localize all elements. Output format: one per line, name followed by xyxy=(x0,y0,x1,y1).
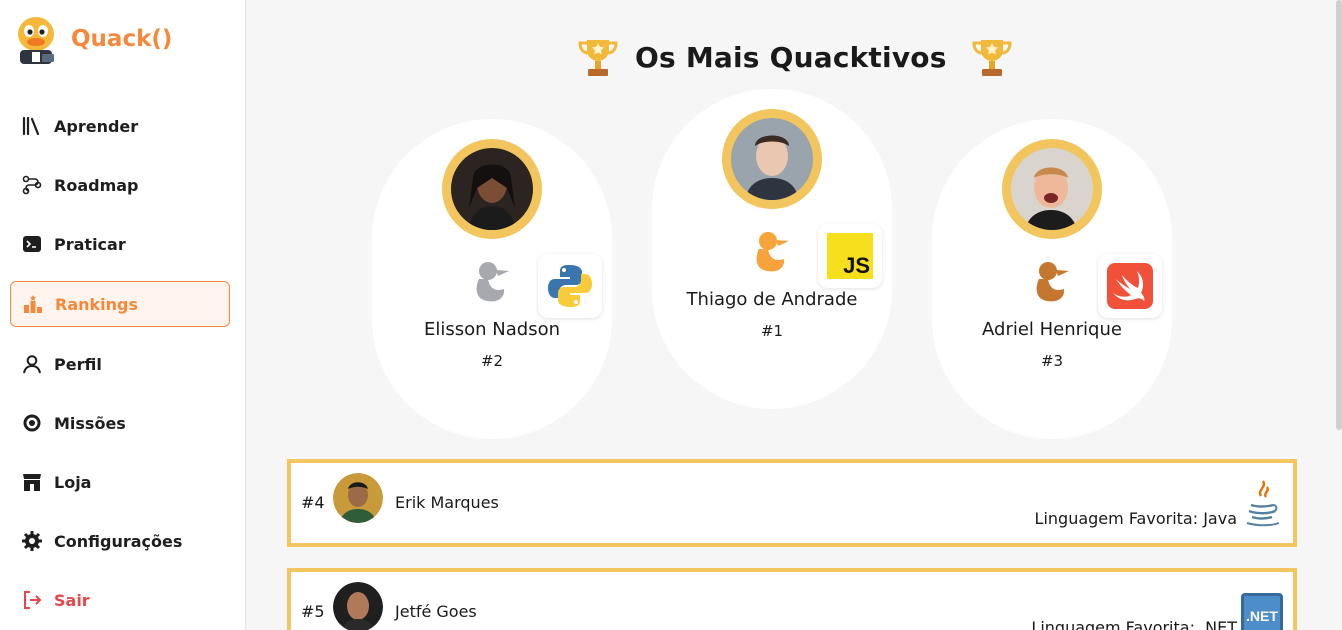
favorite-language: Linguagem Favorita: Java xyxy=(1034,509,1237,528)
gold-duck-icon xyxy=(756,232,789,272)
avatar xyxy=(333,473,383,523)
player-name: Adriel Henrique xyxy=(982,319,1122,340)
podium-card-third[interactable]: Adriel Henrique #3 xyxy=(932,119,1172,439)
avatar xyxy=(1002,139,1102,239)
books-icon xyxy=(22,116,42,136)
row-name: Erik Marques xyxy=(395,493,499,512)
player-name: Thiago de Andrade xyxy=(686,289,858,310)
logout-icon xyxy=(22,590,42,610)
sidebar-item-label: Perfil xyxy=(54,354,102,374)
sidebar-item-label: Aprender xyxy=(54,116,139,136)
bronze-duck-icon xyxy=(1036,262,1069,302)
terminal-icon xyxy=(22,234,42,254)
brand-name: Quack() xyxy=(71,26,173,52)
sidebar-item-sair[interactable]: Sair xyxy=(10,577,230,623)
favorite-language: Linguagem Favorita: .NET xyxy=(1031,618,1237,630)
sidebar: Quack() Aprender Roadmap Praticar Rankin… xyxy=(0,0,246,630)
sidebar-item-label: Configurações xyxy=(54,531,183,551)
player-rank: #2 xyxy=(480,352,504,370)
sidebar-item-label: Rankings xyxy=(55,294,138,314)
row-rank: #5 xyxy=(301,602,325,621)
sidebar-item-loja[interactable]: Loja xyxy=(10,459,230,505)
duck-mascot-icon xyxy=(18,17,54,64)
sidebar-item-label: Loja xyxy=(54,472,92,492)
trophy-icon xyxy=(578,40,618,76)
gear-icon xyxy=(22,531,42,551)
swift-icon xyxy=(1098,254,1162,318)
silver-duck-icon xyxy=(476,262,509,302)
trophy-icon xyxy=(972,40,1012,76)
python-icon xyxy=(538,254,602,318)
ranking-row[interactable]: #4 Erik Marques Linguagem Favorita: Java xyxy=(287,459,1297,547)
sidebar-item-roadmap[interactable]: Roadmap xyxy=(10,162,230,208)
podium-card-second[interactable]: Elisson Nadson #2 xyxy=(372,119,612,439)
roadmap-icon xyxy=(22,175,42,195)
dotnet-icon: .NET xyxy=(1241,593,1283,630)
svg-text:JS: JS xyxy=(843,253,870,278)
avatar xyxy=(722,109,822,209)
sidebar-item-label: Sair xyxy=(54,590,90,610)
ranking-row[interactable]: #5 Jetfé Goes Linguagem Favorita: .NET .… xyxy=(287,568,1297,630)
row-name: Jetfé Goes xyxy=(395,602,477,621)
row-rank: #4 xyxy=(301,493,325,512)
podium-card-first[interactable]: JS Thiago de Andrade #1 xyxy=(652,89,892,409)
sidebar-item-perfil[interactable]: Perfil xyxy=(10,341,230,387)
page-title-row: Os Mais Quacktivos xyxy=(575,34,1015,80)
user-icon xyxy=(22,354,42,374)
avatar xyxy=(333,582,383,630)
sidebar-item-label: Roadmap xyxy=(54,175,139,195)
player-rank: #1 xyxy=(760,322,784,340)
scrollbar[interactable] xyxy=(1336,0,1342,430)
sidebar-item-label: Praticar xyxy=(54,234,126,254)
sidebar-item-missoes[interactable]: Missões xyxy=(10,400,230,446)
avatar xyxy=(442,139,542,239)
sidebar-item-aprender[interactable]: Aprender xyxy=(10,103,230,149)
sidebar-item-configuracoes[interactable]: Configurações xyxy=(10,518,230,564)
java-icon xyxy=(1246,480,1280,527)
sidebar-item-rankings[interactable]: Rankings xyxy=(10,281,230,327)
page-title: Os Mais Quacktivos xyxy=(635,40,947,74)
podium-icon xyxy=(23,294,43,314)
player-name: Elisson Nadson xyxy=(424,319,560,340)
target-icon xyxy=(22,413,42,433)
javascript-icon: JS xyxy=(818,224,882,288)
store-icon xyxy=(22,472,42,492)
brand[interactable]: Quack() xyxy=(12,14,172,64)
player-rank: #3 xyxy=(1040,352,1064,370)
sidebar-item-praticar[interactable]: Praticar xyxy=(10,221,230,267)
svg-text:.NET: .NET xyxy=(1246,608,1278,624)
sidebar-item-label: Missões xyxy=(54,413,126,433)
